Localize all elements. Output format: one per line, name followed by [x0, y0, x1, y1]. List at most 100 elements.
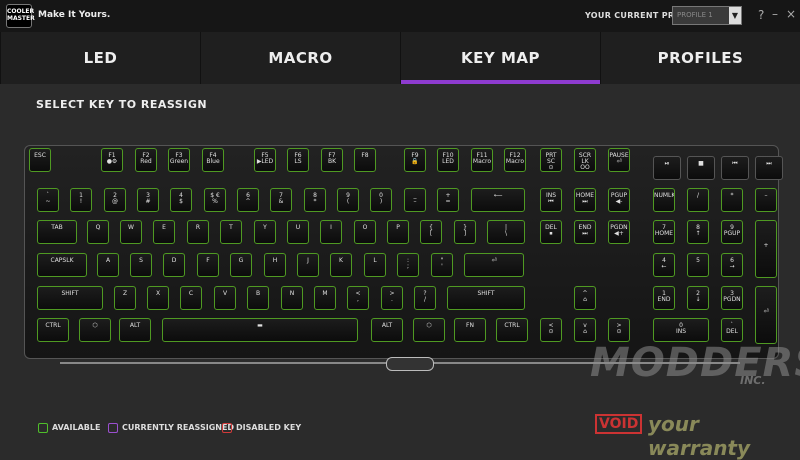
key-9[interactable]: 9 ( [337, 188, 359, 212]
tab-led[interactable]: LED [0, 32, 200, 84]
key-media-prev[interactable]: ⏮ [721, 156, 749, 180]
key-media-play[interactable]: ⏯ [653, 156, 681, 180]
key-f1[interactable]: F1 ●⚙ [101, 148, 123, 172]
key-8[interactable]: 8 * [304, 188, 326, 212]
key-sym[interactable]: " ' [431, 253, 453, 277]
key-s[interactable]: S [130, 253, 152, 277]
profile-dropdown[interactable]: PROFILE 1 ▼ [672, 6, 742, 25]
key-sym[interactable]: > . [381, 286, 403, 310]
key-lctrl[interactable]: CTRL [37, 318, 69, 342]
key-tab[interactable]: TAB [37, 220, 77, 244]
tab-profiles[interactable]: PROFILES [600, 32, 800, 84]
key-sym[interactable]: } ] [454, 220, 476, 244]
key-ins[interactable]: INS ⏮ [540, 188, 562, 212]
key-f7[interactable]: F7 BK [321, 148, 343, 172]
minimize-button[interactable]: – [772, 7, 778, 21]
key-k[interactable]: K [330, 253, 352, 277]
key-f12[interactable]: F12 Macro [504, 148, 526, 172]
key-q[interactable]: ? / [414, 286, 436, 310]
key-sym[interactable]: + = [437, 188, 459, 212]
key-0[interactable]: 0 ) [370, 188, 392, 212]
key-r[interactable]: R [187, 220, 209, 244]
key-c[interactable]: C [180, 286, 202, 310]
tab-macro[interactable]: MACRO [200, 32, 400, 84]
key-backspace[interactable]: ⟵ [471, 188, 525, 212]
key-v[interactable]: V [214, 286, 236, 310]
key-del[interactable]: DEL ⏹ [540, 220, 562, 244]
key-sym[interactable]: : ; [397, 253, 419, 277]
key-sym[interactable]: ` ~ [37, 188, 59, 212]
key-sym[interactable]: _ – [404, 188, 426, 212]
key-left[interactable]: < ⊙ [540, 318, 562, 342]
help-button[interactable]: ? [758, 8, 764, 22]
key-y[interactable]: Y [254, 220, 276, 244]
key-g[interactable]: G [230, 253, 252, 277]
key-4num[interactable]: 4 ← [653, 253, 675, 277]
key-scrlk[interactable]: SCR LK OO [574, 148, 596, 172]
key-f4[interactable]: F4 Blue [202, 148, 224, 172]
chevron-down-icon[interactable]: ▼ [729, 7, 741, 24]
key-ralt[interactable]: ALT [371, 318, 403, 342]
key-d[interactable]: D [163, 253, 185, 277]
key-sym[interactable]: | \ [487, 220, 525, 244]
key-home[interactable]: HOME ⏭ [574, 188, 596, 212]
key-lshift[interactable]: SHIFT [37, 286, 103, 310]
key-h[interactable]: H [264, 253, 286, 277]
key-f3[interactable]: F3 Green [168, 148, 190, 172]
key-num[interactable]: – [755, 188, 777, 212]
key-w[interactable]: W [120, 220, 142, 244]
key-6[interactable]: 6 ^ [237, 188, 259, 212]
key-sym[interactable]: / [687, 188, 709, 212]
key-8num[interactable]: 8 ↑ [687, 220, 709, 244]
key-f9[interactable]: F9 🔒 [404, 148, 426, 172]
key-7num[interactable]: 7 HOME [653, 220, 675, 244]
key-sym[interactable]: { [ [420, 220, 442, 244]
key-up[interactable]: ^ ⌂ [574, 286, 596, 310]
key-rshift[interactable]: SHIFT [447, 286, 525, 310]
key-pgdn[interactable]: PGDN ◀+ [608, 220, 630, 244]
key-j[interactable]: J [297, 253, 319, 277]
key-sym[interactable]: < , [347, 286, 369, 310]
key-end[interactable]: END ⏭ [574, 220, 596, 244]
key-f8[interactable]: F8 [354, 148, 376, 172]
key-x[interactable]: X [147, 286, 169, 310]
close-button[interactable]: × [786, 7, 796, 21]
key-u[interactable]: U [287, 220, 309, 244]
key-lalt[interactable]: ALT [119, 318, 151, 342]
key-f5[interactable]: F5 ▶LED [254, 148, 276, 172]
key-b[interactable]: B [247, 286, 269, 310]
key-2num[interactable]: 2 ↓ [687, 286, 709, 310]
key-esc[interactable]: ESC [29, 148, 51, 172]
key-media-next[interactable]: ⏭ [755, 156, 783, 180]
key-enternum[interactable]: ⏎ [755, 286, 777, 344]
key-right[interactable]: > ⊙ [608, 318, 630, 342]
key-num[interactable]: ` DEL [721, 318, 743, 342]
key-down[interactable]: v ⌂ [574, 318, 596, 342]
key-4[interactable]: 4 $ [170, 188, 192, 212]
key-media-stop[interactable]: ■ [687, 156, 715, 180]
key-lwin[interactable]: ⬡ [79, 318, 111, 342]
key-f10[interactable]: F10 LED [437, 148, 459, 172]
key-capslk[interactable]: CAPSLK [37, 253, 87, 277]
key-2[interactable]: 2 @ [104, 188, 126, 212]
key-7[interactable]: 7 & [270, 188, 292, 212]
key-enter[interactable]: ⏎ [464, 253, 524, 277]
key-6num[interactable]: 6 → [721, 253, 743, 277]
key-5[interactable]: $ € % [204, 188, 226, 212]
key-prtsc[interactable]: PRT SC ⊙ [540, 148, 562, 172]
key-pgup[interactable]: PGUP ◀- [608, 188, 630, 212]
key-9num[interactable]: 9 PGUP [721, 220, 743, 244]
key-l[interactable]: L [364, 253, 386, 277]
key-e[interactable]: E [153, 220, 175, 244]
key-0num[interactable]: 0 INS [653, 318, 709, 342]
key-o[interactable]: O [354, 220, 376, 244]
key-n[interactable]: N [281, 286, 303, 310]
key-rctrl[interactable]: CTRL [496, 318, 528, 342]
key-f[interactable]: F [197, 253, 219, 277]
key-z[interactable]: Z [114, 286, 136, 310]
key-3[interactable]: 3 # [137, 188, 159, 212]
key-1num[interactable]: 1 END [653, 286, 675, 310]
key-fn[interactable]: FN [454, 318, 486, 342]
key-i[interactable]: I [320, 220, 342, 244]
key-num[interactable]: + [755, 220, 777, 278]
